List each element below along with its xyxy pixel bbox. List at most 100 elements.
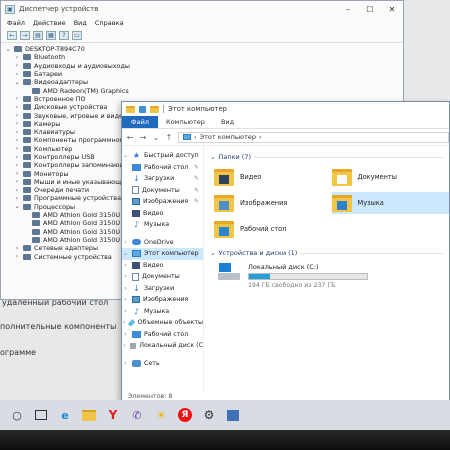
folder-tile[interactable]: Видео — [214, 166, 332, 188]
menu-item[interactable]: Справка — [95, 19, 124, 27]
collapsed-chevron-icon[interactable]: › — [14, 195, 20, 202]
address-box[interactable]: › Этот компьютер › — [178, 131, 449, 143]
nav-item[interactable]: › Видео — [122, 260, 203, 272]
address-path[interactable]: Этот компьютер — [200, 133, 256, 141]
nav-item[interactable]: Видео — [122, 208, 203, 220]
collapsed-chevron-icon[interactable]: › — [14, 54, 20, 61]
collapsed-chevron-icon[interactable]: › — [122, 239, 129, 246]
menu-item[interactable]: Действие — [33, 19, 66, 27]
collapsed-chevron-icon[interactable]: › — [14, 95, 20, 102]
nav-item[interactable]: › OneDrive — [122, 237, 203, 249]
collapsed-chevron-icon[interactable]: › — [14, 170, 20, 177]
viber-icon[interactable]: ✆ — [130, 408, 144, 422]
settings-gear-icon[interactable]: ⚙ — [202, 408, 216, 422]
collapsed-chevron-icon[interactable]: › — [122, 319, 126, 326]
drive-tile-c[interactable]: Локальный диск (C:) 194 ГБ свободно из 2… — [210, 263, 449, 289]
collapsed-chevron-icon[interactable]: › — [14, 62, 20, 69]
device-tree-node[interactable]: ⌄ DESKTOP-T894C70 — [5, 45, 403, 53]
tree-view-icon[interactable]: ▤ — [33, 31, 43, 40]
collapsed-chevron-icon[interactable]: › — [122, 308, 129, 315]
nav-item[interactable]: ↓ Загрузки ✎ — [122, 173, 203, 185]
help-icon[interactable]: ? — [59, 31, 69, 40]
collapsed-chevron-icon[interactable]: › — [122, 273, 129, 280]
nav-item[interactable]: › Документы — [122, 271, 203, 283]
collapsed-chevron-icon[interactable]: › — [14, 253, 20, 260]
menu-item[interactable]: Вид — [74, 19, 87, 27]
task-view-icon[interactable] — [34, 408, 48, 422]
flag-icon[interactable] — [226, 408, 240, 422]
collapsed-chevron-icon[interactable]: › — [122, 285, 129, 292]
back-icon[interactable]: ← — [7, 31, 17, 40]
expanded-chevron-icon[interactable]: ⌄ — [122, 250, 129, 257]
nav-item[interactable]: › Локальный диск (C — [122, 340, 203, 352]
search-icon[interactable]: ○ — [10, 408, 24, 422]
pin-icon[interactable]: ✎ — [194, 187, 199, 194]
drives-group-header[interactable]: ⌄ Устройства и диски (1) — [210, 247, 449, 259]
collapse-chevron-icon[interactable]: ⌄ — [210, 249, 215, 257]
minimize-button[interactable]: – — [337, 5, 359, 14]
device-tree-node[interactable]: AMD Radeon(TM) Graphics — [5, 86, 403, 95]
monitor-icon[interactable]: ▭ — [72, 31, 82, 40]
up-arrow-icon[interactable]: ↑ — [165, 133, 173, 142]
collapsed-chevron-icon[interactable]: › — [122, 342, 127, 349]
nav-item[interactable]: › Рабочий стол — [122, 329, 203, 341]
recent-chevron-icon[interactable]: ⌄ — [152, 133, 160, 142]
nav-item[interactable]: Изображения ✎ — [122, 196, 203, 208]
yandex-icon[interactable]: Я — [178, 408, 192, 422]
device-tree-node[interactable]: › Bluetooth — [5, 53, 403, 61]
collapsed-chevron-icon[interactable]: › — [122, 262, 129, 269]
collapsed-chevron-icon[interactable]: › — [122, 331, 129, 338]
collapsed-chevron-icon[interactable]: › — [14, 137, 20, 144]
collapsed-chevron-icon[interactable]: › — [14, 71, 20, 78]
ribbon-tab[interactable]: Компьютер — [158, 116, 213, 128]
device-tree-node[interactable]: › Аудиовходы и аудиовыходы — [5, 62, 403, 70]
forward-icon[interactable]: → — [20, 31, 30, 40]
collapsed-chevron-icon[interactable]: › — [14, 178, 20, 185]
nav-item[interactable]: ♪ Музыка — [122, 219, 203, 231]
device-tree-node[interactable]: ⌄ Видеоадаптеры — [5, 78, 403, 86]
collapsed-chevron-icon[interactable]: › — [14, 145, 20, 152]
nav-item[interactable]: › ↓ Загрузки — [122, 283, 203, 295]
expanded-chevron-icon[interactable]: ⌄ — [122, 152, 129, 159]
edge-icon[interactable]: e — [58, 408, 72, 422]
nav-item[interactable]: Документы ✎ — [122, 185, 203, 197]
file-explorer-icon[interactable] — [82, 408, 96, 422]
expanded-chevron-icon[interactable]: ⌄ — [14, 203, 20, 210]
collapsed-chevron-icon[interactable]: › — [14, 120, 20, 127]
collapsed-chevron-icon[interactable]: › — [122, 360, 129, 367]
nav-item[interactable]: › ♪ Музыка — [122, 306, 203, 318]
collapsed-chevron-icon[interactable]: › — [14, 245, 20, 252]
folder-tile[interactable]: Документы — [331, 166, 450, 188]
folder-tile[interactable]: Музыка — [331, 192, 449, 214]
menu-item[interactable]: Файл — [7, 19, 25, 27]
ribbon-tab[interactable]: Вид — [213, 116, 242, 128]
collapsed-chevron-icon[interactable]: › — [14, 187, 20, 194]
nav-item[interactable]: ⌄ ★ Быстрый доступ — [122, 150, 203, 162]
collapsed-chevron-icon[interactable]: › — [14, 154, 20, 161]
pin-icon[interactable]: ✎ — [194, 164, 199, 171]
properties-icon[interactable]: ▦ — [46, 31, 56, 40]
nav-item[interactable]: › Объемные объекты — [122, 317, 203, 329]
pin-icon[interactable]: ✎ — [194, 198, 199, 205]
collapsed-chevron-icon[interactable]: › — [14, 129, 20, 136]
expanded-chevron-icon[interactable]: ⌄ — [5, 46, 11, 53]
forward-arrow-icon[interactable]: → — [139, 133, 147, 142]
device-tree-node[interactable]: › Батареи — [5, 70, 403, 78]
folders-group-header[interactable]: ⌄ Папки (7) — [210, 151, 449, 163]
nav-item[interactable]: Рабочий стол ✎ — [122, 162, 203, 174]
back-arrow-icon[interactable]: ← — [126, 133, 134, 142]
nav-item[interactable]: ⌄ Этот компьютер — [122, 248, 203, 260]
collapsed-chevron-icon[interactable]: › — [14, 104, 20, 111]
pin-icon[interactable]: ✎ — [194, 175, 199, 182]
yandex-browser-icon[interactable]: Y — [106, 408, 120, 422]
collapse-chevron-icon[interactable]: ⌄ — [210, 153, 215, 161]
collapsed-chevron-icon[interactable]: › — [14, 112, 20, 119]
collapsed-chevron-icon[interactable]: › — [122, 296, 129, 303]
close-button[interactable]: ✕ — [381, 5, 403, 14]
ribbon-tab[interactable]: Файл — [122, 116, 158, 128]
new-folder-icon[interactable] — [150, 105, 159, 113]
expanded-chevron-icon[interactable]: ⌄ — [14, 79, 20, 86]
nav-item[interactable]: › Изображения — [122, 294, 203, 306]
maximize-button[interactable]: ☐ — [359, 5, 381, 14]
quick-access-toolbar-icon[interactable] — [139, 105, 146, 113]
